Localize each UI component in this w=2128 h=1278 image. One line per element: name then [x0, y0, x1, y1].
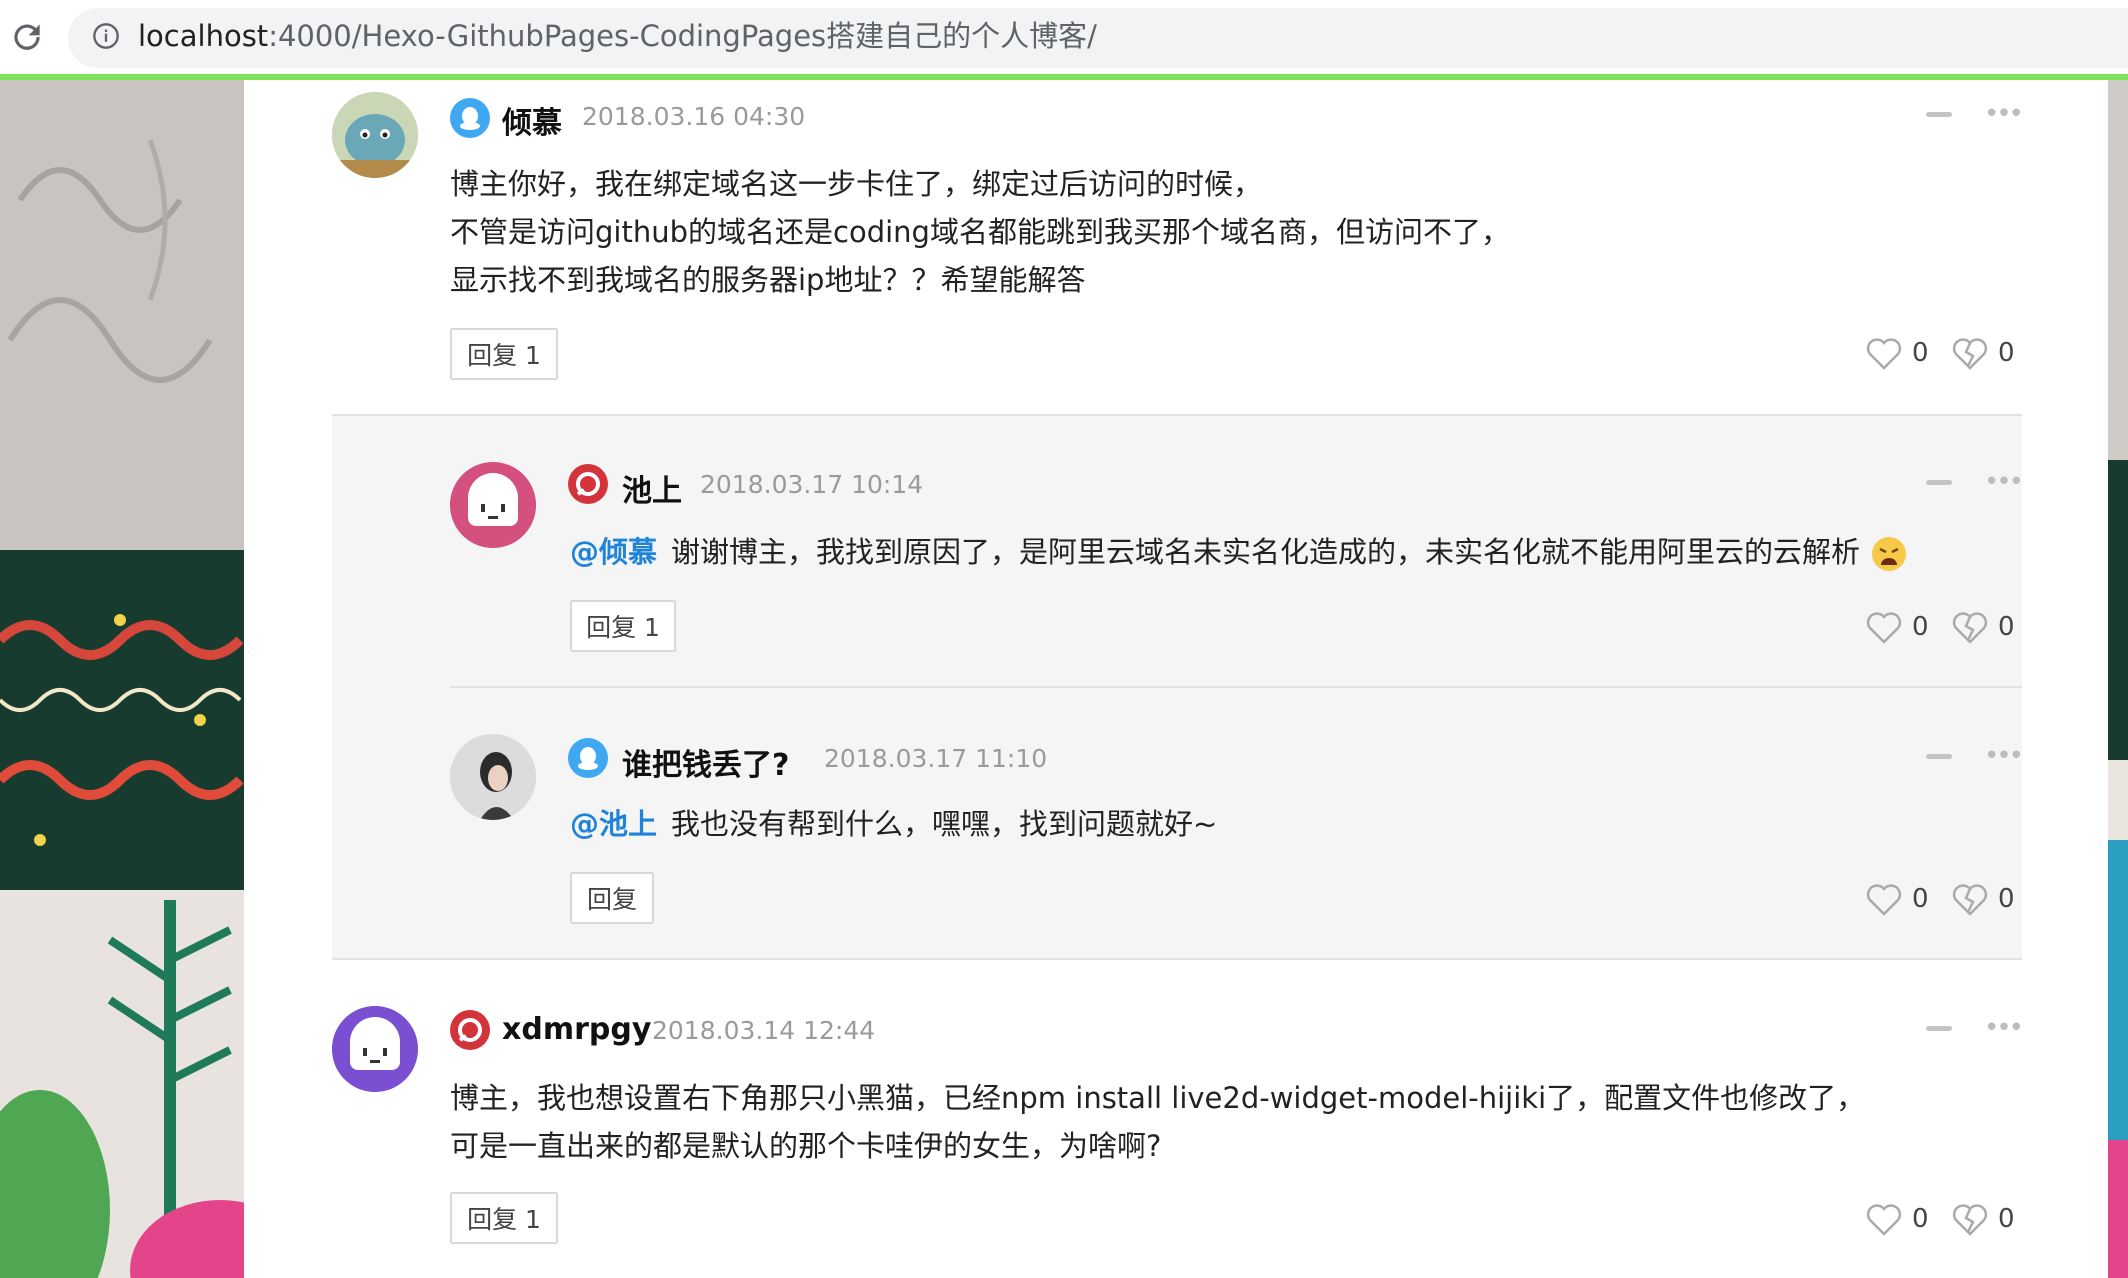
- broken-heart-icon[interactable]: [1950, 1200, 1990, 1240]
- avatar[interactable]: [450, 462, 536, 548]
- avatar-image: [450, 462, 536, 548]
- weibo-icon: [568, 464, 608, 504]
- collapse-icon[interactable]: [1926, 754, 1952, 759]
- qq-icon: [450, 98, 490, 138]
- divider: [332, 958, 2022, 960]
- comment-text-line: @池上 我也没有帮到什么，嘿嘿，找到问题就好~: [570, 800, 1217, 848]
- browser-toolbar: localhost:4000/Hexo-GithubPages-CodingPa…: [0, 0, 2128, 74]
- background-art-right: [2108, 80, 2128, 1278]
- url-text[interactable]: localhost:4000/Hexo-GithubPages-CodingPa…: [138, 16, 1097, 56]
- more-options-icon[interactable]: •••: [1984, 101, 2024, 127]
- broken-heart-icon[interactable]: [1950, 608, 1990, 648]
- mention-link[interactable]: @池上: [570, 807, 657, 841]
- comment-author[interactable]: xdmrpgy: [502, 1012, 651, 1047]
- divider: [450, 686, 2022, 688]
- reply-button[interactable]: 回复 1: [570, 600, 676, 652]
- heart-icon[interactable]: [1864, 1200, 1904, 1240]
- comment-time: 2018.03.17 11:10: [824, 744, 1048, 773]
- comment-text-line: 可是一直出来的都是默认的那个卡哇伊的女生，为啥啊?: [450, 1129, 1162, 1163]
- avatar-image: [332, 92, 418, 178]
- avatar-image: [450, 734, 536, 820]
- heart-icon[interactable]: [1864, 334, 1904, 374]
- comment-author[interactable]: 谁把钱丢了?: [622, 740, 789, 784]
- more-options-icon[interactable]: •••: [1984, 743, 2024, 769]
- more-options-icon[interactable]: •••: [1984, 469, 2024, 495]
- collapse-icon[interactable]: [1926, 112, 1952, 117]
- comment-author[interactable]: 池上: [622, 466, 682, 510]
- collapse-icon[interactable]: [1926, 480, 1952, 485]
- collapse-icon[interactable]: [1926, 1026, 1952, 1031]
- weibo-icon: [450, 1010, 490, 1050]
- mention-link[interactable]: @倾慕: [570, 535, 657, 569]
- url-host: localhost: [138, 19, 269, 53]
- comment-time: 2018.03.16 04:30: [582, 102, 806, 131]
- heart-icon[interactable]: [1864, 608, 1904, 648]
- like-count: 0: [1912, 1204, 1929, 1234]
- comment-text-line: @倾慕 谢谢博主，我找到原因了，是阿里云域名未实名化造成的，未实名化就不能用阿里云…: [570, 528, 1908, 576]
- comment-text: 我也没有帮到什么，嘿嘿，找到问题就好~: [671, 807, 1218, 841]
- avatar[interactable]: [332, 1006, 418, 1092]
- dislike-count: 0: [1998, 884, 2015, 914]
- broken-heart-icon[interactable]: [1950, 334, 1990, 374]
- url-path: :4000/Hexo-GithubPages-CodingPages搭建自己的个…: [268, 19, 1097, 53]
- info-icon[interactable]: [92, 22, 120, 50]
- reply-button[interactable]: 回复 1: [450, 328, 558, 380]
- dislike-count: 0: [1998, 612, 2015, 642]
- like-count: 0: [1912, 612, 1929, 642]
- dislike-count: 0: [1998, 1204, 2015, 1234]
- broken-heart-icon[interactable]: [1950, 880, 1990, 920]
- qq-icon: [568, 738, 608, 778]
- comment-author[interactable]: 倾慕: [502, 98, 562, 142]
- avatar[interactable]: [450, 734, 536, 820]
- comment-time: 2018.03.14 12:44: [652, 1016, 876, 1045]
- comment-text-line: 显示找不到我域名的服务器ip地址？？希望能解答: [450, 263, 1086, 297]
- comment-text-line: 博主，我也想设置右下角那只小黑猫，已经npm install live2d-wi…: [450, 1081, 1866, 1115]
- comment-text-line: 博主你好，我在绑定域名这一步卡住了，绑定过后访问的时候，: [450, 167, 1263, 201]
- reload-icon[interactable]: [8, 18, 46, 56]
- reply-button[interactable]: 回复: [570, 872, 654, 924]
- background-art-left: [0, 80, 244, 1278]
- tired-face-emoji: [1872, 537, 1907, 571]
- comment-time: 2018.03.17 10:14: [700, 470, 924, 499]
- more-options-icon[interactable]: •••: [1984, 1015, 2024, 1041]
- comment-text: 谢谢博主，我找到原因了，是阿里云域名未实名化造成的，未实名化就不能用阿里云的云解…: [671, 535, 1861, 569]
- like-count: 0: [1912, 338, 1929, 368]
- avatar-image: [332, 1006, 418, 1092]
- dislike-count: 0: [1998, 338, 2015, 368]
- heart-icon[interactable]: [1864, 880, 1904, 920]
- avatar[interactable]: [332, 92, 418, 178]
- comment-text-line: 不管是访问github的域名还是coding域名都能跳到我买那个域名商，但访问不…: [450, 215, 1510, 249]
- reply-button[interactable]: 回复 1: [450, 1192, 558, 1244]
- like-count: 0: [1912, 884, 1929, 914]
